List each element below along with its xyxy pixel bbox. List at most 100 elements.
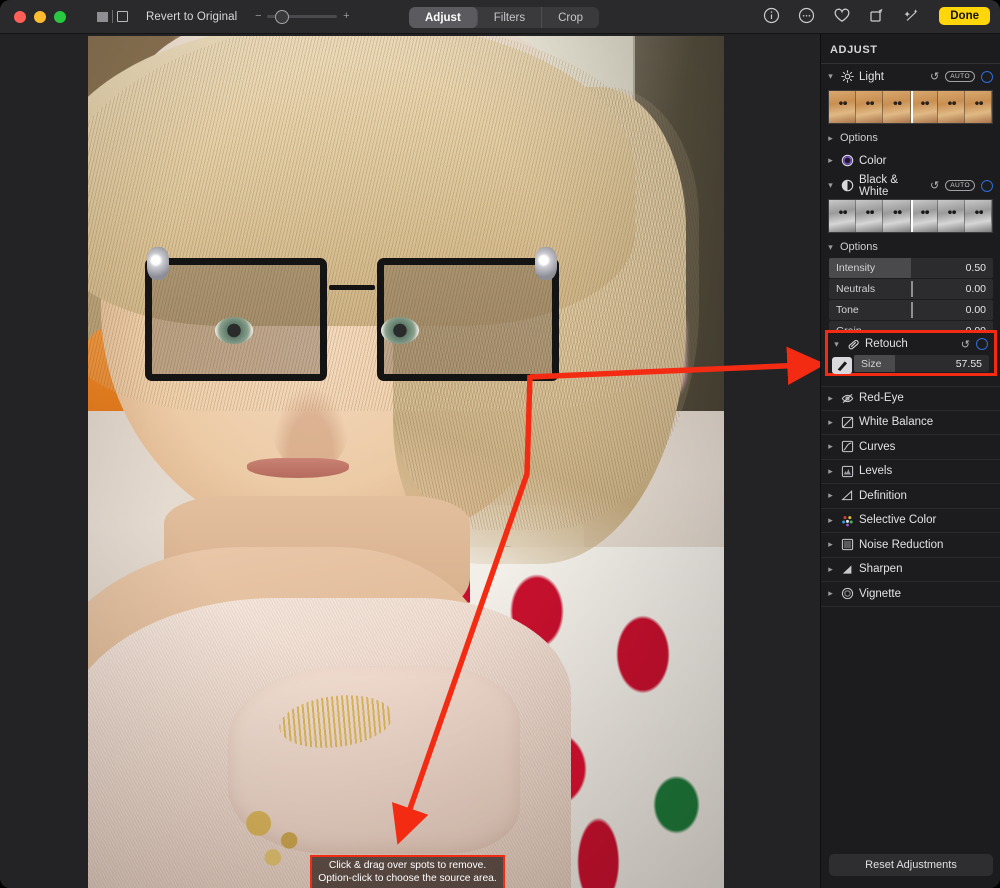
- bw-options-label: Options: [840, 241, 878, 253]
- section-light[interactable]: ▾ Light ↺ AUTO: [821, 64, 1000, 89]
- thumbnail[interactable]: [965, 200, 992, 232]
- retouch-header[interactable]: ▾ Retouch ↺: [828, 333, 994, 355]
- section-red-eye[interactable]: ▸ Red-Eye: [821, 386, 1000, 411]
- single-view-icon[interactable]: [113, 8, 132, 26]
- thumbnail[interactable]: [829, 91, 856, 123]
- reset-adjustments-button[interactable]: Reset Adjustments: [829, 854, 993, 876]
- comment-icon[interactable]: [797, 6, 816, 25]
- auto-light-button[interactable]: AUTO: [945, 71, 975, 82]
- chevron-right-icon[interactable]: ▸: [826, 588, 835, 599]
- thumbnail[interactable]: [938, 200, 965, 232]
- chevron-down-icon[interactable]: ▾: [826, 242, 835, 253]
- section-retouch[interactable]: ▾ Retouch ↺ S: [825, 330, 997, 376]
- view-mode-toggle[interactable]: [93, 8, 132, 26]
- zoom-slider-track[interactable]: [267, 15, 337, 18]
- section-selective-color[interactable]: ▸ Selective Color: [821, 509, 1000, 534]
- zoom-out-icon[interactable]: −: [254, 11, 262, 22]
- white-balance-label: White Balance: [859, 416, 993, 428]
- chevron-right-icon[interactable]: ▸: [826, 490, 835, 501]
- curves-label: Curves: [859, 441, 993, 453]
- zoom-in-icon[interactable]: +: [342, 11, 350, 22]
- chevron-right-icon[interactable]: ▸: [826, 466, 835, 477]
- thumbnail[interactable]: [938, 91, 965, 123]
- slider-neutrals[interactable]: Neutrals 0.00: [829, 279, 993, 299]
- bw-options-row[interactable]: ▾ Options: [821, 237, 1000, 257]
- chevron-right-icon[interactable]: ▸: [826, 393, 835, 404]
- slider-intensity[interactable]: Intensity 0.50: [829, 258, 993, 278]
- revert-to-original-button[interactable]: Revert to Original: [146, 11, 237, 23]
- chevron-right-icon[interactable]: ▸: [826, 515, 835, 526]
- thumbnail[interactable]: [829, 200, 856, 232]
- selective-color-label: Selective Color: [859, 514, 993, 526]
- chevron-right-icon[interactable]: ▸: [826, 155, 835, 166]
- section-color[interactable]: ▸ Color: [821, 148, 1000, 173]
- levels-icon: [840, 464, 854, 478]
- retouch-toggle-ring[interactable]: [976, 338, 988, 350]
- light-toggle-ring[interactable]: [981, 71, 993, 83]
- favorite-heart-icon[interactable]: [832, 6, 851, 25]
- chevron-right-icon[interactable]: ▸: [826, 564, 835, 575]
- photo-preview[interactable]: [88, 36, 724, 888]
- chevron-down-icon[interactable]: ▾: [832, 339, 841, 350]
- eye-slash-icon: [840, 391, 854, 405]
- chevron-down-icon[interactable]: ▾: [826, 180, 835, 191]
- close-window-button[interactable]: [14, 11, 26, 23]
- magic-wand-icon[interactable]: [902, 6, 921, 25]
- definition-icon: [840, 489, 854, 503]
- info-icon[interactable]: [762, 6, 781, 25]
- slider-tone[interactable]: Tone 0.00: [829, 300, 993, 320]
- reset-light-icon[interactable]: ↺: [930, 70, 939, 83]
- section-curves[interactable]: ▸ Curves: [821, 435, 1000, 460]
- chevron-right-icon[interactable]: ▸: [826, 441, 835, 452]
- bw-thumbnail-strip[interactable]: [828, 199, 993, 233]
- reset-bw-icon[interactable]: ↺: [930, 179, 939, 192]
- thumbnail[interactable]: [911, 91, 938, 123]
- slider-neutrals-label: Neutrals: [829, 283, 966, 295]
- adjust-sidebar: ADJUST ▾ Light ↺ AUTO: [820, 34, 1000, 888]
- thumbnail[interactable]: [856, 91, 883, 123]
- retouch-brush-button[interactable]: [832, 357, 852, 374]
- thumbnail[interactable]: [965, 91, 992, 123]
- thumbnail[interactable]: [883, 91, 910, 123]
- photo-image: [88, 36, 724, 888]
- section-levels[interactable]: ▸ Levels: [821, 460, 1000, 485]
- thumbnail[interactable]: [883, 200, 910, 232]
- bw-toggle-ring[interactable]: [981, 180, 993, 192]
- minimize-window-button[interactable]: [34, 11, 46, 23]
- bw-strip-playhead[interactable]: [911, 200, 913, 232]
- section-definition[interactable]: ▸ Definition: [821, 484, 1000, 509]
- slider-retouch-size[interactable]: Size 57.55: [854, 355, 989, 372]
- tab-filters[interactable]: Filters: [478, 7, 542, 28]
- section-vignette[interactable]: ▸ Vignette: [821, 582, 1000, 607]
- light-strip-playhead[interactable]: [911, 91, 913, 123]
- sidebar-title: ADJUST: [821, 34, 1000, 64]
- light-thumbnail-strip[interactable]: [828, 90, 993, 124]
- thumbnail[interactable]: [856, 200, 883, 232]
- split-view-icon[interactable]: [93, 8, 112, 26]
- tab-crop[interactable]: Crop: [542, 7, 599, 28]
- zoom-window-button[interactable]: [54, 11, 66, 23]
- section-sharpen[interactable]: ▸ Sharpen: [821, 558, 1000, 583]
- section-white-balance[interactable]: ▸ White Balance: [821, 411, 1000, 436]
- tab-adjust[interactable]: Adjust: [409, 7, 478, 28]
- auto-bw-button[interactable]: AUTO: [945, 180, 975, 191]
- chevron-right-icon[interactable]: ▸: [826, 539, 835, 550]
- zoom-slider[interactable]: − +: [254, 11, 350, 22]
- slider-neutrals-value: 0.00: [966, 283, 993, 295]
- chevron-right-icon[interactable]: ▸: [826, 133, 835, 144]
- tooltip-line-2: Option-click to choose the source area.: [318, 873, 497, 886]
- toolbar-right-icons: Done: [762, 6, 990, 25]
- retouch-size-value: 57.55: [956, 358, 989, 370]
- zoom-slider-knob[interactable]: [275, 10, 289, 24]
- chevron-right-icon[interactable]: ▸: [826, 417, 835, 428]
- done-button[interactable]: Done: [939, 7, 990, 25]
- light-options-row[interactable]: ▸ Options: [821, 128, 1000, 148]
- chevron-down-icon[interactable]: ▾: [826, 71, 835, 82]
- section-noise-reduction[interactable]: ▸ Noise Reduction: [821, 533, 1000, 558]
- reset-retouch-icon[interactable]: ↺: [961, 338, 970, 351]
- rotate-icon[interactable]: [867, 6, 886, 25]
- edit-mode-tabs[interactable]: Adjust Filters Crop: [409, 7, 599, 28]
- sharpen-label: Sharpen: [859, 563, 993, 575]
- section-black-and-white[interactable]: ▾ Black & White ↺ AUTO: [821, 173, 1000, 198]
- thumbnail[interactable]: [911, 200, 938, 232]
